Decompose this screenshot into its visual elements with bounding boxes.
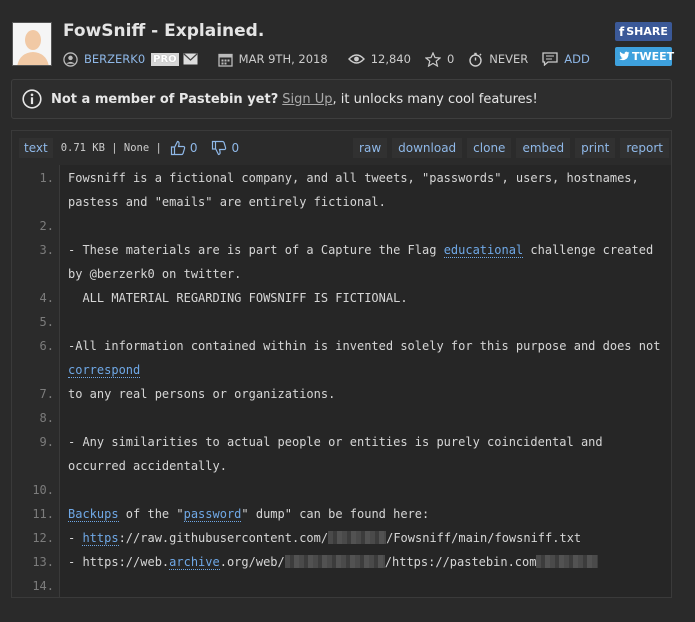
info-icon: [22, 89, 42, 109]
line-number: 2.: [39, 219, 54, 233]
line-number: 3.: [39, 243, 54, 257]
code-line: -All information contained within is inv…: [68, 339, 661, 353]
paste-meta: BERZERK0 PRO MAR 9TH, 2018 12,840 0 NEVE…: [63, 50, 604, 68]
facebook-share-button[interactable]: f SHARE: [615, 22, 672, 41]
report-button[interactable]: report: [620, 137, 669, 158]
like-button[interactable]: 0: [170, 140, 198, 156]
pro-badge: PRO: [151, 52, 179, 66]
line-number: 4.: [39, 291, 54, 305]
embed-button[interactable]: embed: [516, 137, 571, 158]
redacted-text: [284, 555, 385, 568]
code-area: 1. 2. 3. 4. 5. 6. 7. 8. 9. 10. 11. 12. 1…: [12, 165, 671, 597]
redacted-text: [536, 555, 599, 568]
keyword-link[interactable]: correspond: [68, 363, 141, 378]
code-line: Fowsniff is a fictional company, and all…: [68, 171, 639, 185]
line-number: 6.: [39, 339, 54, 353]
paste-actions: raw download clone embed print report: [353, 137, 669, 158]
syntax-label[interactable]: text: [19, 137, 53, 158]
print-button[interactable]: print: [575, 137, 616, 158]
dislike-button[interactable]: 0: [211, 140, 239, 156]
line-number: 8.: [39, 411, 54, 425]
line-number: 5.: [39, 315, 54, 329]
notice-rest: , it unlocks many cool features!: [332, 91, 538, 107]
line-number: 13.: [32, 555, 54, 569]
paste-toolbar: text 0.71 KB | None | 0 0 raw download c…: [12, 131, 671, 164]
paste-title: FowSniff - Explained.: [63, 21, 265, 41]
eye-icon: [347, 53, 365, 65]
line-number: 12.: [32, 531, 54, 545]
keyword-link[interactable]: https: [82, 531, 119, 546]
like-count: 0: [189, 140, 198, 155]
rating-count: 0: [446, 52, 455, 66]
tweet-label: TWEET: [632, 50, 675, 63]
notice-lead: Not a member of Pastebin yet?: [51, 91, 279, 107]
facebook-icon: f: [619, 24, 625, 39]
twitter-icon: [619, 50, 630, 64]
line-number: 10.: [32, 483, 54, 497]
code-line: - These materials are is part of a Captu…: [68, 243, 654, 258]
user-icon: [63, 51, 78, 67]
calendar-icon: [218, 52, 233, 67]
comment-icon[interactable]: [542, 52, 558, 66]
code-line: occurred accidentally.: [68, 459, 227, 473]
code-line: - https://web.archive.org/web//https://p…: [68, 555, 668, 570]
code-line: Backups of the "password" dump" can be f…: [68, 507, 430, 522]
share-label: SHARE: [626, 25, 668, 38]
dislike-count: 0: [231, 140, 240, 155]
star-icon[interactable]: [424, 51, 441, 67]
code-line: pastess and "emails" are entirely fictio…: [68, 195, 386, 209]
line-number: 9.: [39, 435, 54, 449]
stopwatch-icon: [468, 52, 483, 67]
code-line: - https://raw.githubusercontent.com//Fow…: [68, 531, 582, 546]
download-button[interactable]: download: [392, 137, 463, 158]
expiry-value: NEVER: [489, 52, 529, 66]
twitter-tweet-button[interactable]: TWEET: [615, 47, 675, 66]
code-line: ALL MATERIAL REGARDING FOWSNIFF IS FICTI…: [68, 291, 408, 305]
paste-date: MAR 9TH, 2018: [238, 52, 328, 66]
line-number: 14.: [32, 579, 54, 593]
paste-container: text 0.71 KB | None | 0 0 raw download c…: [11, 130, 672, 598]
keyword-link[interactable]: password: [183, 507, 242, 522]
thumbs-down-icon: [212, 140, 227, 155]
thumbs-up-icon: [170, 140, 186, 155]
code-line: to any real persons or organizations.: [68, 387, 336, 401]
line-number: 7.: [39, 387, 54, 401]
code-line: - Any similarities to actual people or e…: [68, 435, 603, 449]
line-number: 1.: [39, 171, 54, 185]
paste-size: 0.71 KB | None |: [60, 141, 162, 154]
keyword-link[interactable]: Backups: [68, 507, 119, 522]
signup-link[interactable]: Sign Up: [282, 92, 332, 107]
line-number: 11.: [32, 507, 54, 521]
code-line: by @berzerk0 on twitter.: [68, 267, 242, 281]
author-link[interactable]: BERZERK0: [84, 52, 145, 66]
add-comment-link[interactable]: ADD: [564, 52, 590, 66]
clone-button[interactable]: clone: [467, 137, 512, 158]
code-line: correspond: [68, 363, 668, 378]
keyword-link[interactable]: educational: [443, 243, 524, 258]
signup-notice: Not a member of Pastebin yet? Sign Up , …: [11, 79, 672, 119]
raw-button[interactable]: raw: [353, 137, 388, 158]
author-avatar[interactable]: [12, 22, 52, 66]
view-count: 12,840: [370, 52, 411, 66]
mail-icon[interactable]: [183, 53, 198, 65]
redacted-text: [328, 531, 387, 544]
keyword-link[interactable]: archive: [169, 555, 220, 570]
